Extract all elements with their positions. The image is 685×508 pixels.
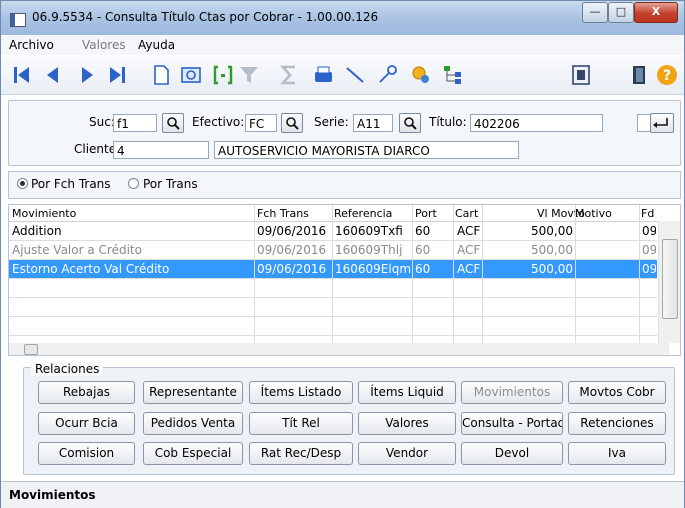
movements-table: Movimiento Fch Trans Referencia Port Car… xyxy=(8,204,681,356)
table-row[interactable] xyxy=(9,317,657,336)
menu-valores[interactable]: Valores xyxy=(82,38,126,52)
movtos-cobr-button[interactable]: Movtos Cobr xyxy=(568,381,666,404)
col-fd[interactable]: Fd xyxy=(641,207,654,220)
pedidos-venta-button[interactable]: Pedidos Venta xyxy=(143,412,243,435)
representante-button[interactable]: Representante xyxy=(143,381,243,404)
radio-por-trans[interactable] xyxy=(128,178,139,189)
titulo-label: Título: xyxy=(429,115,467,129)
exit-door-icon[interactable] xyxy=(627,63,651,87)
suc-label: Suc: xyxy=(89,115,115,129)
radio-por-fch-trans[interactable] xyxy=(17,178,28,189)
suc-field[interactable]: f1 xyxy=(113,114,157,132)
table-header: Movimiento Fch Trans Referencia Port Car… xyxy=(9,205,669,222)
serie-lookup-button[interactable] xyxy=(399,113,421,133)
table-row[interactable]: Addition 09/06/2016 160609Txfi 60 ACF 50… xyxy=(9,222,657,241)
cliente-name-field: AUTOSERVICIO MAYORISTA DIARCO xyxy=(214,141,519,159)
report-icon[interactable] xyxy=(569,63,593,87)
valores-button[interactable]: Valores xyxy=(358,412,456,435)
serie-field[interactable]: A11 xyxy=(353,114,393,132)
table-row[interactable] xyxy=(9,279,657,298)
suc-lookup-button[interactable] xyxy=(162,113,184,133)
toolbar: ? xyxy=(1,56,684,95)
col-divider xyxy=(412,205,413,343)
items-liquid-button[interactable]: Ítems Liquid xyxy=(358,381,456,404)
col-divider xyxy=(332,205,333,343)
consulta-portado-button[interactable]: Consulta - Portado xyxy=(461,412,563,435)
maximize-button[interactable]: □ xyxy=(608,2,634,23)
cliente-field[interactable]: 4 xyxy=(113,141,209,159)
col-divider xyxy=(453,205,454,343)
rebajas-button[interactable]: Rebajas xyxy=(38,381,135,404)
col-fch-trans[interactable]: Fch Trans xyxy=(257,207,309,220)
app-window: 06.9.5534 - Consulta Título Ctas por Cob… xyxy=(0,0,685,508)
serie-label: Serie: xyxy=(314,115,349,129)
cob-especial-button[interactable]: Cob Especial xyxy=(143,442,243,465)
radio-por-fch-trans-label[interactable]: Por Fch Trans xyxy=(31,177,111,191)
prev-record-icon[interactable] xyxy=(41,63,65,87)
table-row-selected[interactable]: Estorno Acerto Val Crédito 09/06/2016 16… xyxy=(9,260,657,279)
titulo-field[interactable]: 402206 xyxy=(470,114,603,132)
radio-por-trans-label[interactable]: Por Trans xyxy=(143,177,198,191)
print-icon[interactable] xyxy=(311,63,335,87)
last-record-icon[interactable] xyxy=(105,63,129,87)
tit-rel-button[interactable]: Tít Rel xyxy=(249,412,353,435)
table-row[interactable]: Ajuste Valor a Crédito 09/06/2016 160609… xyxy=(9,241,657,260)
minimize-button[interactable]: — xyxy=(582,2,608,23)
col-cart[interactable]: Cart xyxy=(455,207,478,220)
title-bar: 06.9.5534 - Consulta Título Ctas por Cob… xyxy=(1,1,684,36)
help-icon[interactable]: ? xyxy=(655,63,679,87)
first-record-icon[interactable] xyxy=(11,63,35,87)
col-divider xyxy=(482,205,483,343)
bracket-field-icon[interactable] xyxy=(211,63,235,87)
rat-rec-desp-button[interactable]: Rat Rec/Desp xyxy=(249,442,353,465)
ocurr-bcia-button[interactable]: Ocurr Bcia xyxy=(38,412,135,435)
key-icon[interactable] xyxy=(375,63,399,87)
sort-options: Por Fch Trans Por Trans xyxy=(8,171,681,199)
efectivo-lookup-button[interactable] xyxy=(281,113,303,133)
status-bar: Movimientos xyxy=(1,481,684,508)
col-movimiento[interactable]: Movimiento xyxy=(12,207,76,220)
next-record-icon[interactable] xyxy=(75,63,99,87)
col-divider xyxy=(639,205,640,343)
vertical-scrollbar[interactable] xyxy=(658,221,680,343)
filter-icon[interactable] xyxy=(237,63,261,87)
sum-icon[interactable] xyxy=(277,63,301,87)
tree-icon[interactable] xyxy=(441,63,465,87)
menu-archivo[interactable]: Archivo xyxy=(9,38,54,52)
filter-panel: Suc: f1 Efectivo: FC Serie: A11 Título: … xyxy=(8,100,681,166)
items-listado-button[interactable]: Ítems Listado xyxy=(249,381,353,404)
enter-button[interactable] xyxy=(650,113,674,133)
iva-button[interactable]: Iva xyxy=(568,442,666,465)
window-title: 06.9.5534 - Consulta Título Ctas por Cob… xyxy=(32,10,379,24)
devol-button[interactable]: Devol xyxy=(461,442,563,465)
horizontal-scroll-thumb[interactable] xyxy=(24,344,38,355)
col-referencia[interactable]: Referencia xyxy=(334,207,392,220)
relaciones-legend: Relaciones xyxy=(31,362,104,376)
horizontal-scrollbar[interactable] xyxy=(9,343,669,355)
table-row[interactable] xyxy=(9,298,657,317)
app-icon xyxy=(10,13,26,27)
line-icon[interactable] xyxy=(343,63,367,87)
retenciones-button[interactable]: Retenciones xyxy=(568,412,666,435)
efectivo-label: Efectivo: xyxy=(192,115,245,129)
status-text: Movimientos xyxy=(9,488,96,502)
col-motivo[interactable]: Motivo xyxy=(575,207,612,220)
col-port[interactable]: Port xyxy=(415,207,437,220)
movimientos-button[interactable]: Movimientos xyxy=(461,381,563,404)
col-divider xyxy=(575,205,576,343)
vertical-scroll-thumb[interactable] xyxy=(662,239,678,319)
svg-text:?: ? xyxy=(663,68,671,84)
new-document-icon[interactable] xyxy=(149,63,173,87)
col-divider xyxy=(254,205,255,343)
menu-ayuda[interactable]: Ayuda xyxy=(138,38,175,52)
preview-icon[interactable] xyxy=(179,63,203,87)
vendor-button[interactable]: Vendor xyxy=(358,442,456,465)
coin-search-icon[interactable] xyxy=(409,63,433,87)
efectivo-field[interactable]: FC xyxy=(245,114,277,132)
close-button[interactable]: X xyxy=(634,2,678,23)
comision-button[interactable]: Comision xyxy=(38,442,135,465)
menu-bar: Archivo Valores Ayuda xyxy=(1,35,684,55)
